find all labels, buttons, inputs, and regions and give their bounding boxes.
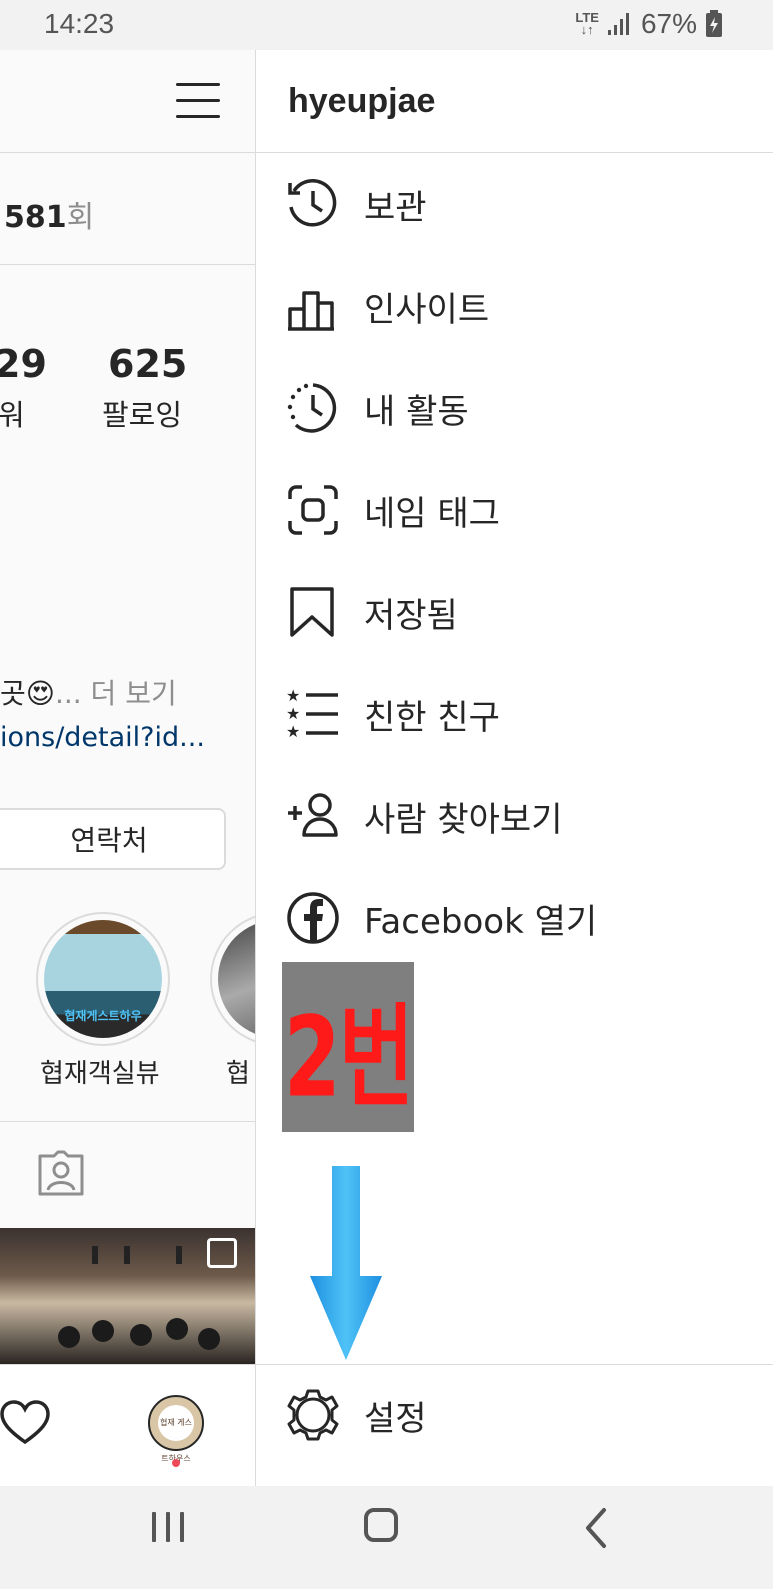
battery-percent: 67% bbox=[640, 8, 697, 39]
status-indicators: LTE ↓↑ 67% bbox=[575, 8, 723, 40]
status-time: 14:23 bbox=[44, 8, 115, 39]
bookmark-icon bbox=[290, 587, 334, 637]
bio-website-link[interactable]: ions/detail?id... bbox=[0, 722, 205, 753]
contact-button[interactable]: 연락처 bbox=[0, 808, 226, 870]
highlight-cover-image: 협재게스트하우 bbox=[44, 920, 162, 1038]
photo-detail bbox=[198, 1328, 220, 1350]
views-count: 581 bbox=[4, 200, 67, 235]
divider bbox=[256, 1364, 773, 1365]
svg-text:★: ★ bbox=[286, 722, 300, 741]
profile-views: 581회 bbox=[4, 192, 94, 236]
settings-menu-item[interactable]: 설정 bbox=[286, 1370, 427, 1460]
facebook-icon bbox=[287, 892, 339, 944]
bio-more-link[interactable]: ... 더 보기 bbox=[55, 677, 177, 710]
lte-icon: LTE ↓↑ bbox=[575, 10, 599, 37]
menu-item-archive[interactable]: 보관 bbox=[286, 164, 766, 244]
photo-detail bbox=[92, 1320, 114, 1342]
svg-text:★: ★ bbox=[286, 687, 300, 705]
bottom-navigation: 협재 게스트하우스 bbox=[0, 1364, 255, 1486]
your-activity-icon bbox=[287, 383, 337, 433]
highlight-label[interactable]: 협재객실뷰 bbox=[40, 1053, 160, 1090]
annotation-badge: 2번 bbox=[282, 962, 414, 1132]
photo-detail bbox=[166, 1318, 188, 1340]
side-drawer: hyeupjae 보관 인사이트 내 활동 네임 태그 저장됨 ★ ★ ★ 친한… bbox=[255, 50, 773, 1486]
gear-icon bbox=[287, 1389, 339, 1441]
profile-avatar-tab[interactable]: 협재 게스트하우스 bbox=[148, 1395, 204, 1463]
back-icon[interactable] bbox=[580, 1506, 610, 1550]
followers-label[interactable]: 워 bbox=[0, 392, 25, 434]
drawer-username: hyeupjae bbox=[288, 82, 436, 120]
insights-bar-chart-icon bbox=[288, 291, 334, 331]
post-thumbnail[interactable] bbox=[0, 1228, 255, 1364]
discover-people-icon bbox=[288, 793, 338, 837]
heart-icon[interactable] bbox=[0, 1400, 50, 1446]
photo-detail bbox=[176, 1246, 182, 1264]
menu-item-label: 저장됨 bbox=[364, 595, 458, 636]
tagged-photos-icon[interactable] bbox=[36, 1150, 86, 1196]
photo-detail bbox=[124, 1246, 130, 1264]
signal-icon bbox=[607, 13, 629, 35]
profile-page: 581회 29 워 625 팔로잉 곳😍... 더 보기 ions/detail… bbox=[0, 50, 255, 1486]
menu-item-insights[interactable]: 인사이트 bbox=[286, 266, 766, 346]
status-bar: 14:23 LTE ↓↑ 67% bbox=[0, 0, 773, 50]
story-highlight[interactable] bbox=[210, 912, 255, 1046]
settings-label: 설정 bbox=[364, 1398, 427, 1439]
menu-item-nametag[interactable]: 네임 태그 bbox=[286, 470, 766, 550]
menu-item-label: 인사이트 bbox=[364, 289, 490, 330]
following-label[interactable]: 팔로잉 bbox=[102, 392, 182, 434]
menu-item-label: 사람 찾아보기 bbox=[364, 799, 563, 840]
notification-dot bbox=[172, 1459, 180, 1467]
multiple-photos-icon bbox=[207, 1238, 237, 1268]
menu-item-label: 친한 친구 bbox=[364, 697, 500, 738]
menu-item-label: Facebook 열기 bbox=[364, 901, 598, 942]
down-arrow-annotation-icon bbox=[310, 1166, 382, 1360]
home-button-icon[interactable] bbox=[364, 1508, 398, 1542]
system-navigation-bar bbox=[0, 1486, 773, 1589]
menu-item-label: 보관 bbox=[364, 187, 427, 228]
divider bbox=[0, 152, 255, 153]
nametag-icon bbox=[288, 485, 338, 535]
bio-fragment: 곳😍 bbox=[0, 677, 55, 710]
divider bbox=[256, 152, 773, 153]
network-type: LTE bbox=[575, 10, 599, 25]
bio-text: 곳😍... 더 보기 bbox=[0, 672, 177, 712]
avatar-logo-text: 협재 게스트하우스 bbox=[158, 1405, 194, 1463]
highlight-image-text: 협재게스트하우 bbox=[64, 1009, 142, 1023]
battery-charging-icon bbox=[706, 10, 722, 37]
annotation-badge-text: 2번 bbox=[283, 993, 414, 1122]
divider bbox=[0, 1121, 255, 1122]
menu-item-label: 네임 태그 bbox=[364, 493, 500, 534]
close-friends-list-icon: ★ ★ ★ bbox=[286, 687, 338, 741]
svg-text:★: ★ bbox=[286, 704, 300, 723]
menu-item-open-facebook[interactable]: Facebook 열기 bbox=[286, 878, 766, 958]
menu-item-saved[interactable]: 저장됨 bbox=[286, 572, 766, 652]
views-unit: 회 bbox=[66, 200, 95, 235]
highlight-cover-image bbox=[218, 920, 255, 1038]
menu-item-label: 내 활동 bbox=[364, 391, 469, 432]
photo-detail bbox=[58, 1326, 80, 1348]
menu-item-discover-people[interactable]: 사람 찾아보기 bbox=[286, 776, 766, 856]
followers-count[interactable]: 29 bbox=[0, 342, 47, 386]
divider bbox=[0, 264, 255, 265]
menu-item-close-friends[interactable]: ★ ★ ★ 친한 친구 bbox=[286, 674, 766, 754]
photo-detail bbox=[130, 1324, 152, 1346]
archive-history-icon bbox=[288, 179, 337, 227]
highlight-label[interactable]: 협 bbox=[226, 1053, 250, 1090]
story-highlight[interactable]: 협재게스트하우 bbox=[36, 912, 170, 1046]
photo-detail bbox=[92, 1246, 98, 1264]
menu-item-your-activity[interactable]: 내 활동 bbox=[286, 368, 766, 448]
recent-apps-icon[interactable] bbox=[150, 1510, 186, 1544]
hamburger-menu-button[interactable] bbox=[176, 83, 222, 119]
following-count[interactable]: 625 bbox=[108, 342, 187, 386]
